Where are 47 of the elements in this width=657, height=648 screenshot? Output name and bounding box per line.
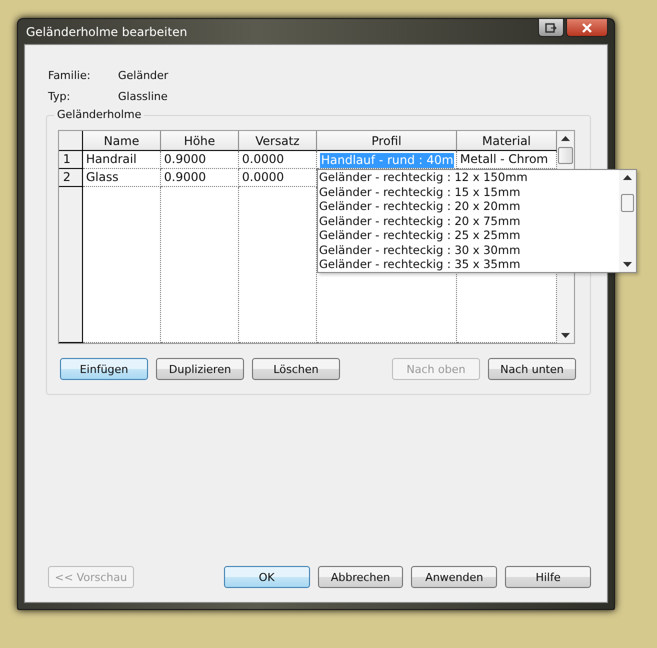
table-cell: Handrail [86, 152, 137, 166]
table-cell: 0.0000 [242, 152, 284, 166]
field-label: Familie: [48, 69, 92, 82]
column-header[interactable]: Versatz [239, 131, 317, 151]
row-number: 1 [59, 151, 83, 169]
header-corner [59, 131, 83, 151]
scroll-up-icon[interactable] [561, 136, 570, 141]
dialog-button[interactable]: Anwenden [411, 566, 498, 588]
dropdown-option[interactable]: Geländer - rechteckig : 35 x 35mm [319, 257, 619, 272]
table-cell: 0.9000 [164, 170, 206, 184]
action-button[interactable]: Nach unten [488, 358, 576, 380]
field-label: Typ: [48, 90, 72, 103]
table-cell: Metall - Chrom [460, 152, 548, 166]
scroll-down-icon[interactable] [623, 262, 632, 267]
dropdown-option[interactable]: Geländer - rechteckig : 25 x 25mm [319, 228, 619, 242]
dropdown-option[interactable]: Geländer - rechteckig : 20 x 75mm [319, 214, 619, 228]
row-number: 2 [59, 169, 83, 187]
column-header[interactable]: Name [83, 131, 161, 151]
field-value: Geländer [118, 69, 168, 82]
scroll-thumb[interactable] [558, 147, 573, 164]
table-cell: Glass [86, 170, 118, 184]
restore-button[interactable] [538, 19, 564, 37]
close-icon [581, 22, 593, 32]
dialog-button[interactable]: Abbrechen [318, 566, 404, 588]
column-header[interactable]: Höhe [161, 131, 239, 151]
scroll-up-icon[interactable] [623, 175, 632, 180]
scroll-thumb[interactable] [621, 194, 634, 212]
column-header[interactable]: Profil [317, 131, 457, 151]
column-header[interactable]: Material [457, 131, 557, 151]
field-value: Glassline [118, 90, 168, 103]
dropdown-option[interactable]: Geländer - rechteckig : 30 x 30mm [319, 242, 619, 257]
table-cell: 0.9000 [164, 152, 206, 166]
dropdown-option[interactable]: Geländer - rechteckig : 12 x 150mm [319, 170, 619, 184]
dialog-button[interactable]: Hilfe [505, 566, 591, 588]
group-title: Geländerholme [54, 108, 144, 121]
scroll-down-icon[interactable] [561, 333, 570, 338]
scrollbar[interactable] [619, 170, 636, 272]
action-button[interactable]: Duplizieren [156, 358, 244, 380]
restore-icon [545, 22, 557, 32]
table-cell: 0.0000 [242, 170, 284, 184]
close-button[interactable] [566, 19, 608, 37]
dropdown-option[interactable]: Geländer - rechteckig : 20 x 20mm [319, 199, 619, 214]
dialog-button[interactable]: OK [224, 566, 310, 588]
window-title: Geländerholme bearbeiten [25, 24, 188, 38]
dropdown-option[interactable]: Geländer - rechteckig : 15 x 15mm [319, 184, 619, 199]
action-button[interactable]: Einfügen [60, 358, 148, 380]
action-button[interactable]: Löschen [252, 358, 340, 380]
